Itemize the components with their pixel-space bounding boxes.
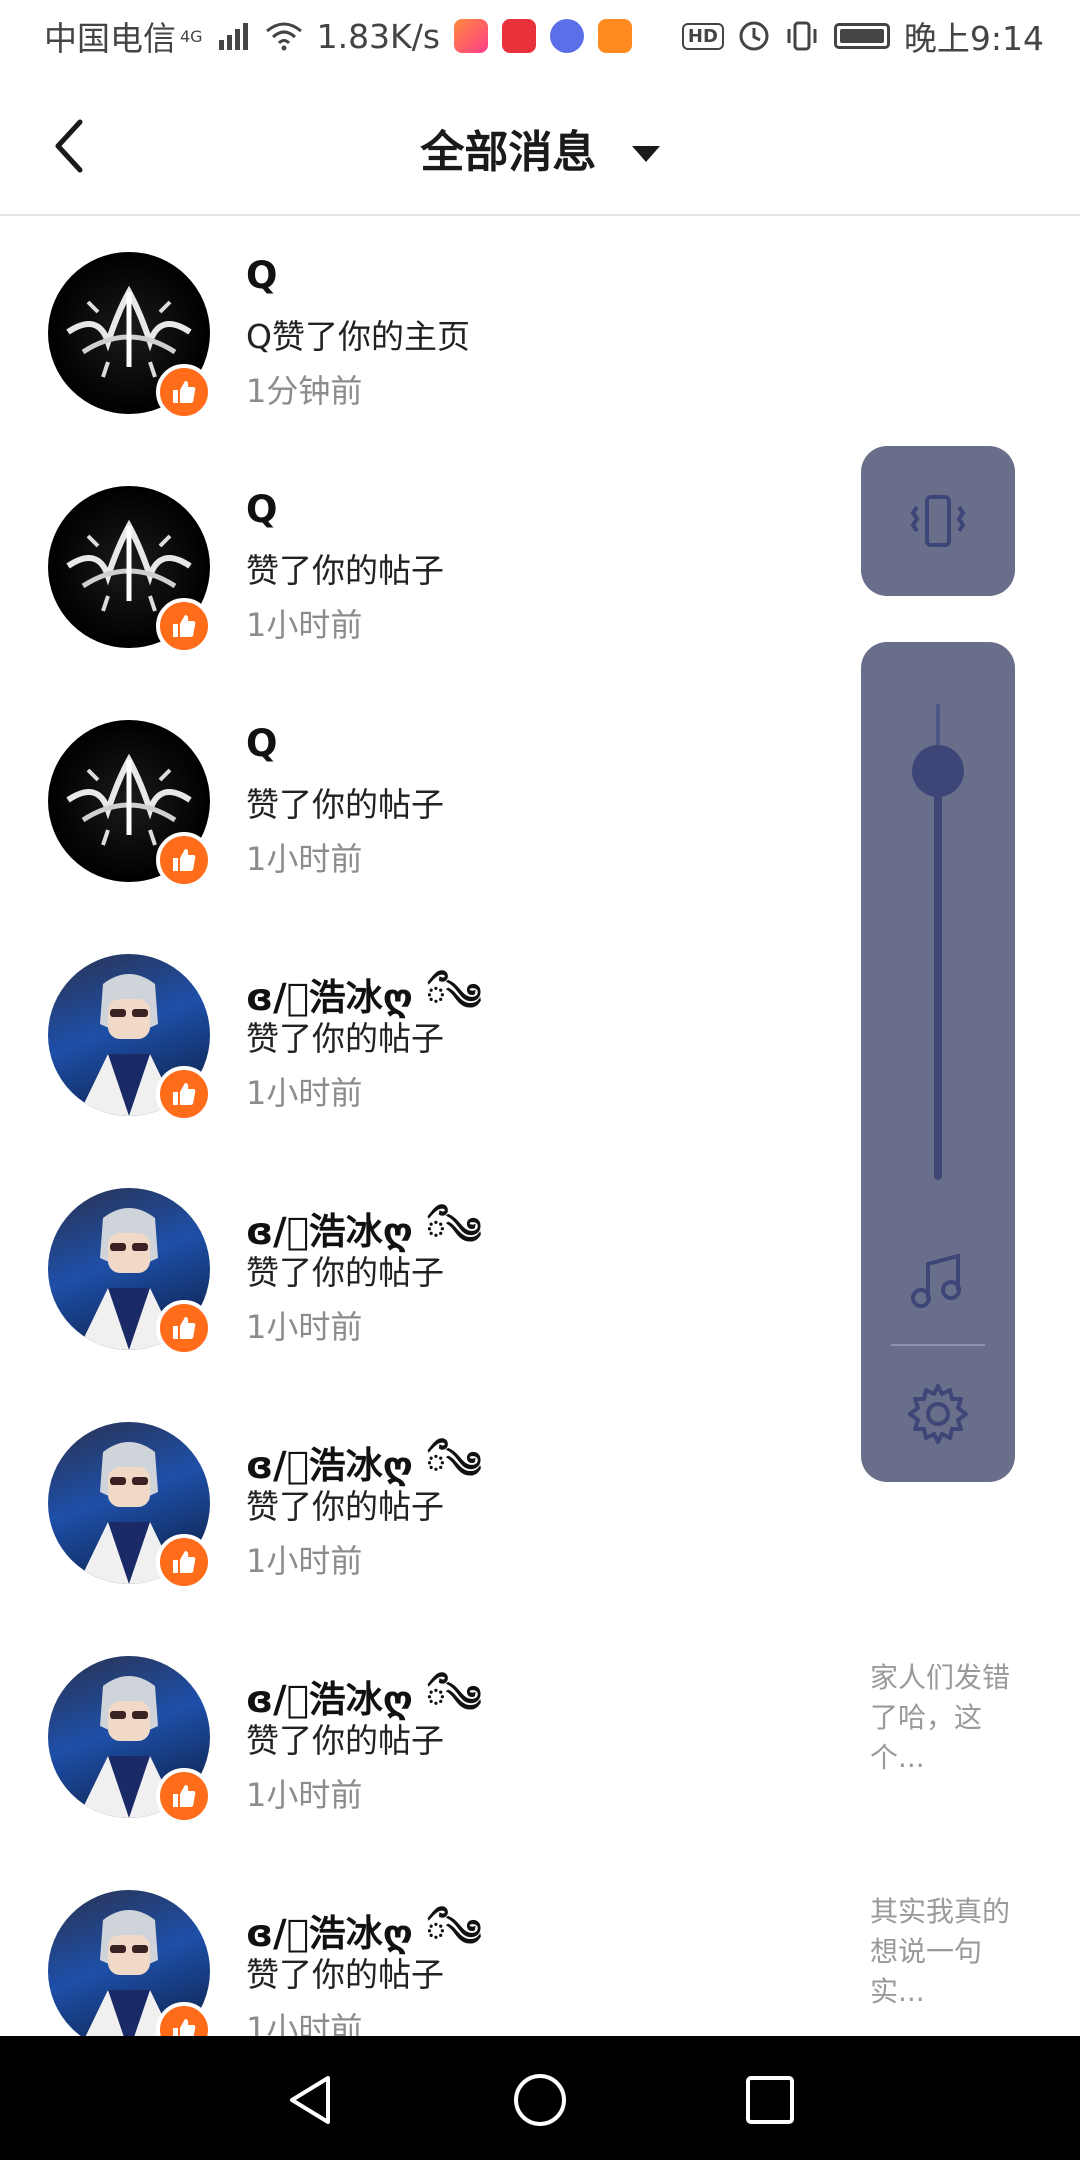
panel-divider: [891, 1344, 985, 1346]
like-badge: [156, 1768, 212, 1824]
like-badge: [156, 364, 212, 420]
home-circle-icon: [514, 2074, 566, 2126]
recents-square-icon: [746, 2076, 794, 2124]
data-saver-icon: [739, 21, 769, 51]
message-time: 1小时前: [246, 840, 363, 878]
ring-mode-toggle[interactable]: [861, 446, 1015, 596]
nav-back-button[interactable]: [278, 2068, 342, 2132]
music-note-icon: [911, 1253, 961, 1308]
music-app-icon: [550, 19, 585, 53]
like-badge: [156, 598, 212, 654]
media-volume-button[interactable]: [906, 1250, 970, 1314]
nav-home-button[interactable]: [508, 2068, 572, 2132]
network-speed: 1.83K/s: [316, 16, 441, 56]
message-action: 赞了你的帖子: [246, 785, 444, 824]
header: 全部消息: [0, 72, 1080, 216]
post-preview[interactable]: 其实我真的 想说一句 实...: [870, 1892, 1050, 2012]
video-app-icon: [598, 19, 633, 53]
clock: 晚上9:14: [903, 19, 1044, 58]
battery-icon: [833, 23, 890, 49]
message-action: 赞了你的帖子: [246, 1487, 444, 1526]
sender-name: Q: [246, 254, 278, 297]
hd-icon: HD: [681, 22, 724, 50]
thumbs-up-icon: [173, 849, 196, 871]
vibrate-status-icon: [787, 21, 817, 51]
message-time: 1小时前: [246, 1542, 363, 1580]
like-badge: [156, 1066, 212, 1122]
like-badge: [156, 1534, 212, 1590]
like-badge: [156, 1300, 212, 1356]
sender-name: Q: [246, 722, 278, 765]
message-action: 赞了你的帖子: [246, 1721, 444, 1760]
volume-slider-handle[interactable]: [912, 744, 964, 797]
title-dropdown[interactable]: 全部消息: [0, 116, 1080, 180]
status-bar: 中国电信 4G 1.83K/s HD 晚上9:14: [0, 0, 1080, 72]
back-triangle-icon: [290, 2076, 330, 2124]
carrier-label: 中国电信: [44, 19, 176, 58]
status-right: HD 晚上9:14: [681, 12, 1044, 60]
message-time: 1小时前: [246, 1074, 363, 1112]
message-time: 1分钟前: [246, 372, 363, 410]
volume-fill: [934, 770, 942, 1180]
message-item[interactable]: ɞ/⃝浩冰ღ ྀ༄ 赞了你的帖子 1小时前 家人们发错 了哈，这 个...: [0, 1622, 1080, 1856]
thumbs-up-icon: [173, 615, 196, 637]
thumbs-up-icon: [173, 1785, 196, 1807]
message-action: 赞了你的帖子: [246, 1253, 444, 1292]
gear-icon: [908, 1384, 968, 1444]
message-item[interactable]: Q Q赞了你的主页 1分钟前: [0, 218, 1080, 452]
thumbs-up-icon: [173, 381, 196, 403]
network-type: 4G: [180, 26, 203, 46]
dropdown-triangle-icon: [631, 146, 660, 162]
message-time: 1小时前: [246, 1776, 363, 1814]
sound-settings-button[interactable]: [906, 1382, 970, 1446]
wifi-icon: [265, 22, 302, 51]
message-action: 赞了你的帖子: [246, 1955, 444, 1994]
system-nav-bar: [0, 2036, 1080, 2160]
vibrate-icon: [910, 495, 966, 547]
message-action: Q赞了你的主页: [246, 317, 470, 356]
sender-name: Q: [246, 488, 278, 531]
status-left: 中国电信 4G 1.83K/s: [44, 12, 633, 60]
huawei-app-icon: [502, 19, 537, 53]
signal-icon: [218, 23, 248, 50]
volume-panel: [861, 642, 1015, 1482]
message-time: 1小时前: [246, 1308, 363, 1346]
message-action: 赞了你的帖子: [246, 1019, 444, 1058]
post-preview[interactable]: 家人们发错 了哈，这 个...: [870, 1658, 1050, 1778]
app-notification-icon: [454, 19, 489, 53]
nav-recents-button[interactable]: [738, 2068, 802, 2132]
message-action: 赞了你的帖子: [246, 551, 444, 590]
thumbs-up-icon: [173, 1551, 196, 1573]
like-badge: [156, 832, 212, 888]
thumbs-up-icon: [173, 1317, 196, 1339]
message-time: 1小时前: [246, 606, 363, 644]
page-title: 全部消息: [420, 127, 597, 178]
thumbs-up-icon: [173, 1083, 196, 1105]
